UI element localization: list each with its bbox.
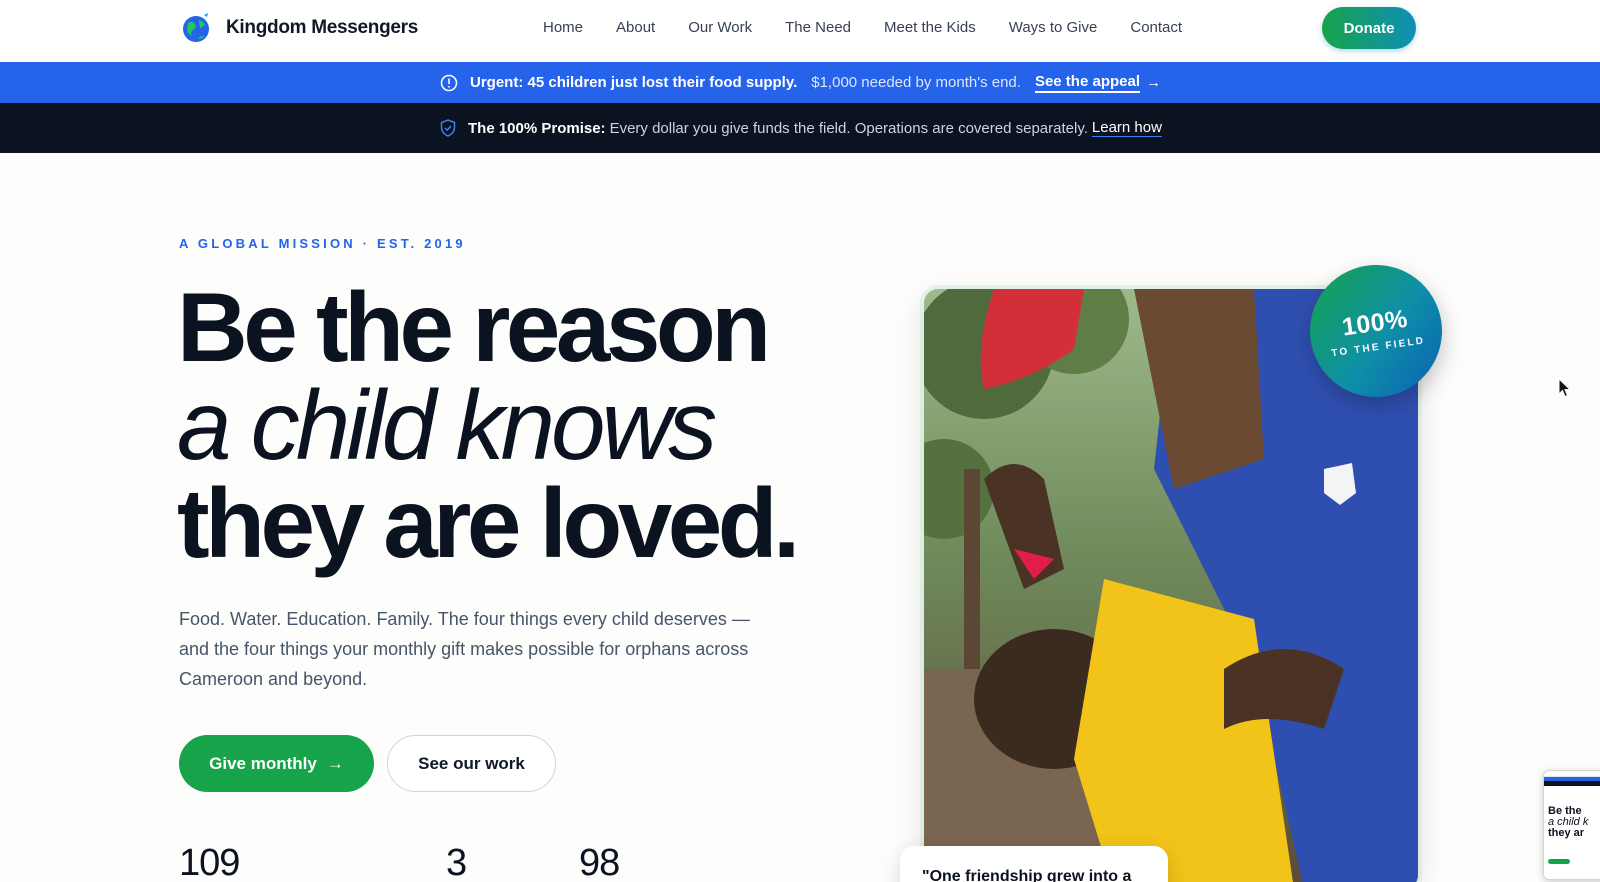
promise-text: Every dollar you give funds the field. O… (609, 119, 1088, 137)
stat-value-3: 98 (579, 842, 620, 882)
thumbnail-headline: Be the a child k they ar (1548, 805, 1589, 839)
arrow-right-icon: → (1146, 74, 1161, 91)
brand-logo[interactable]: Kingdom Messengers (180, 11, 418, 45)
nav-ways-to-give[interactable]: Ways to Give (1009, 19, 1098, 36)
globe-icon (183, 13, 209, 42)
main-nav: Home About Our Work The Need Meet the Ki… (543, 19, 1215, 36)
headline-line-1: Be the reason (177, 272, 771, 382)
give-monthly-button[interactable]: Give monthly → (179, 735, 374, 792)
hero-headline: Be the reason a child knows they are lov… (177, 272, 800, 578)
badge-percent: 100% (1340, 304, 1410, 342)
donate-button[interactable]: Donate (1322, 7, 1416, 49)
urgent-detail: $1,000 needed by month's end. (811, 74, 1021, 91)
nav-the-need[interactable]: The Need (785, 19, 851, 36)
give-monthly-label: Give monthly (209, 753, 317, 773)
stat-value-1: 109 (179, 842, 240, 882)
urgent-headline: Urgent: 45 children just lost their food… (470, 74, 798, 91)
headline-line-3: they are loved. (177, 468, 800, 578)
stat-value-2: 3 (446, 842, 467, 882)
see-our-work-button[interactable]: See our work (387, 735, 556, 792)
hero-eyebrow: A GLOBAL MISSION · EST. 2019 (179, 236, 466, 251)
site-header: Kingdom Messengers Home About Our Work T… (0, 0, 1600, 62)
testimonial-card: "One friendship grew into a (900, 846, 1168, 882)
arrow-right-icon: → (326, 753, 344, 773)
promise-banner: The 100% Promise: Every dollar you give … (0, 103, 1600, 153)
urgent-banner: Urgent: 45 children just lost their food… (0, 62, 1600, 103)
nav-meet-the-kids[interactable]: Meet the Kids (884, 19, 976, 36)
nav-about[interactable]: About (616, 19, 655, 36)
learn-how-link[interactable]: Learn how (1091, 119, 1162, 137)
see-appeal-link[interactable]: See the appeal (1034, 73, 1140, 93)
nav-home[interactable]: Home (543, 19, 583, 36)
testimonial-quote: "One friendship grew into a (922, 868, 1132, 882)
nav-our-work[interactable]: Our Work (688, 19, 752, 36)
nav-contact[interactable]: Contact (1130, 19, 1182, 36)
page-preview-thumbnail[interactable]: Be the a child k they ar (1543, 770, 1600, 880)
mouse-cursor-icon (1558, 378, 1572, 398)
alert-circle-icon (440, 74, 458, 91)
brand-name: Kingdom Messengers (226, 17, 419, 38)
hero-subcopy: Food. Water. Education. Family. The four… (179, 609, 750, 689)
headline-line-2: a child knows (177, 370, 717, 480)
shield-check-icon (440, 119, 456, 137)
promise-label: The 100% Promise: (468, 119, 606, 137)
